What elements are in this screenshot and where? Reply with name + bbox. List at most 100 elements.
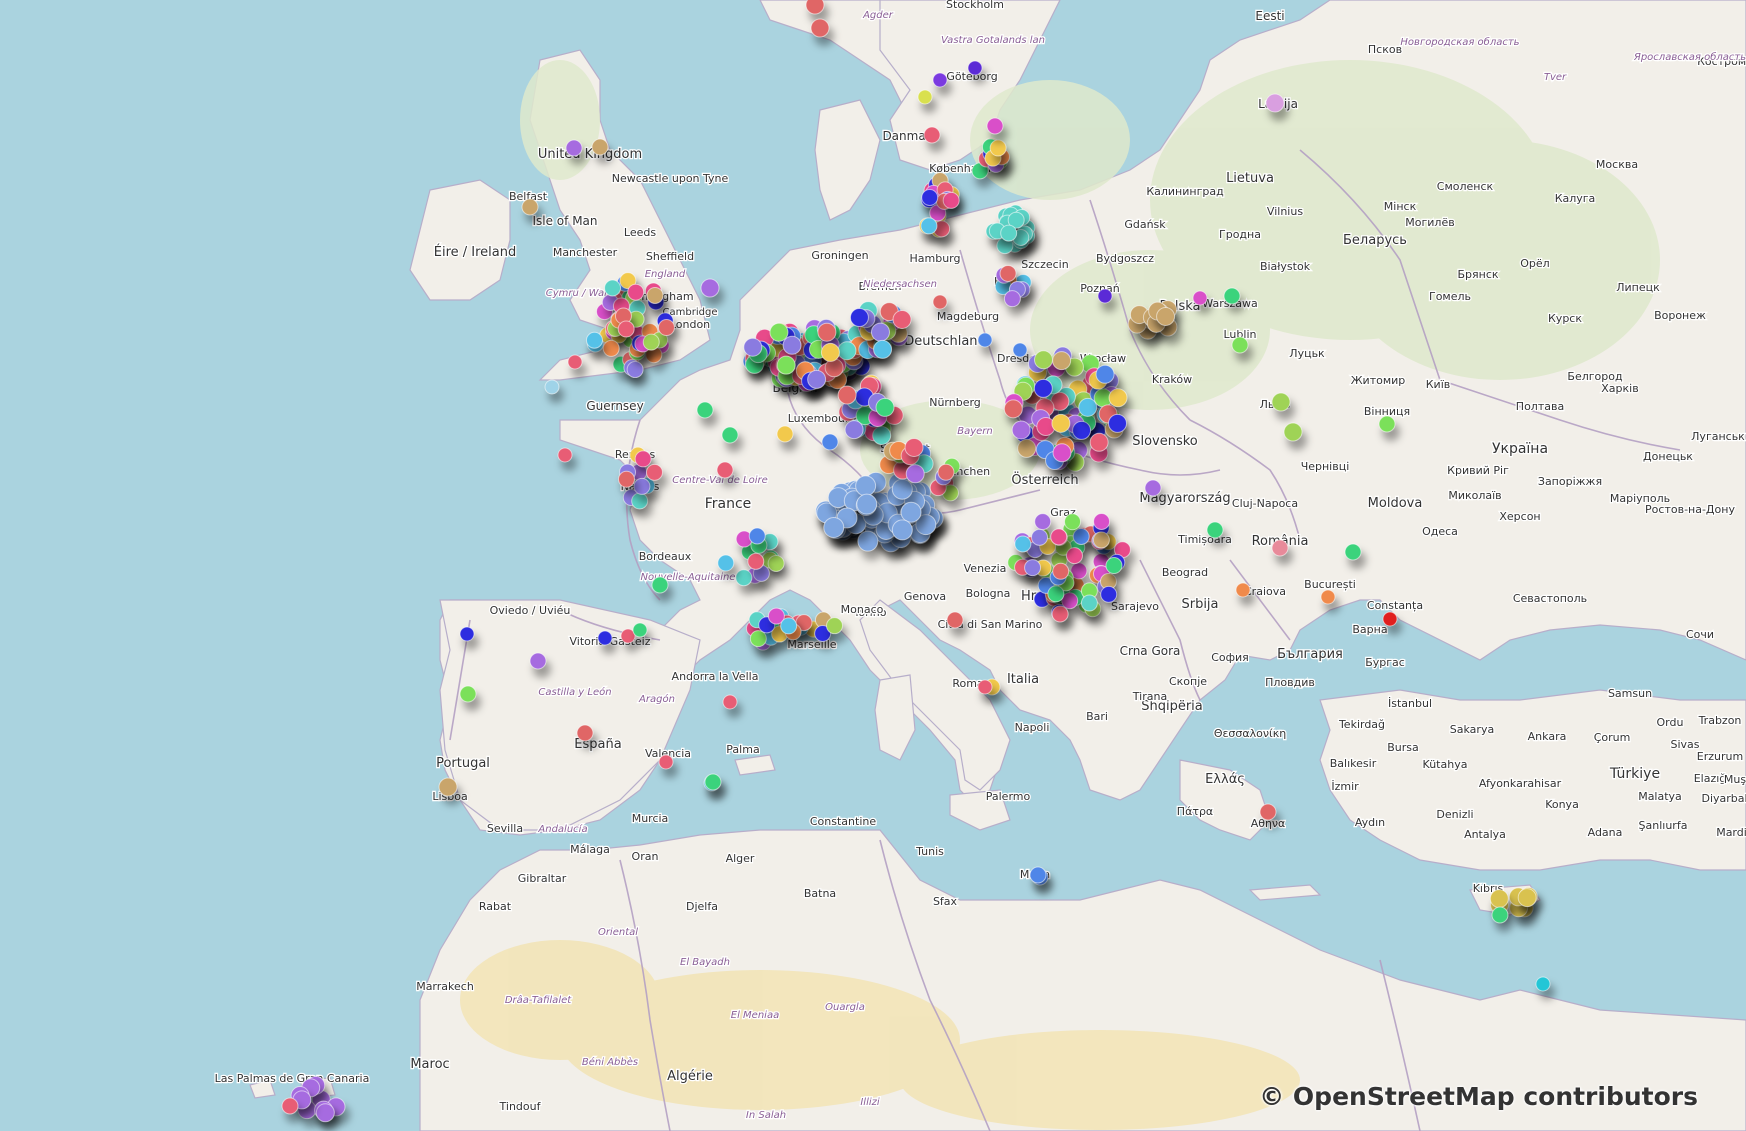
map-marker[interactable] xyxy=(870,322,890,342)
map-marker[interactable] xyxy=(817,322,837,342)
map-marker[interactable] xyxy=(805,0,825,15)
map-marker[interactable] xyxy=(645,463,663,481)
map-marker[interactable] xyxy=(776,425,794,443)
map-marker[interactable] xyxy=(1050,528,1068,546)
map-marker[interactable] xyxy=(977,679,993,695)
map-marker[interactable] xyxy=(1206,521,1224,539)
map-marker[interactable] xyxy=(617,320,635,338)
map-marker[interactable] xyxy=(459,626,475,642)
map-marker[interactable] xyxy=(747,552,765,570)
map-marker[interactable] xyxy=(780,617,798,635)
map-marker[interactable] xyxy=(942,191,960,209)
map-marker[interactable] xyxy=(591,138,609,156)
map-marker[interactable] xyxy=(921,189,939,207)
map-marker[interactable] xyxy=(1031,528,1049,546)
map-marker[interactable] xyxy=(658,754,674,770)
map-marker[interactable] xyxy=(1052,351,1072,371)
map-marker[interactable] xyxy=(769,322,789,342)
map-marker[interactable] xyxy=(315,1103,335,1123)
map-marker[interactable] xyxy=(529,652,547,670)
map-marker[interactable] xyxy=(1064,513,1082,531)
map-marker[interactable] xyxy=(1012,342,1028,358)
map-marker[interactable] xyxy=(1095,364,1115,384)
map-marker[interactable] xyxy=(999,264,1017,282)
map-marker[interactable] xyxy=(721,426,739,444)
map-marker[interactable] xyxy=(1156,306,1176,326)
map-marker[interactable] xyxy=(632,622,648,638)
map-marker[interactable] xyxy=(1093,513,1111,531)
map-marker[interactable] xyxy=(1491,906,1509,924)
map-marker[interactable] xyxy=(1378,415,1396,433)
map-marker[interactable] xyxy=(823,516,845,538)
map-marker[interactable] xyxy=(696,401,714,419)
map-marker[interactable] xyxy=(646,286,664,304)
map-marker[interactable] xyxy=(604,279,622,297)
map-marker[interactable] xyxy=(837,385,857,405)
map-marker[interactable] xyxy=(1034,513,1052,531)
map-marker[interactable] xyxy=(1144,479,1162,497)
map-marker[interactable] xyxy=(849,308,869,328)
map-marker[interactable] xyxy=(521,198,539,216)
map-canvas[interactable]: StockholmEestiGöteborgLatvijaDanmarkKøbe… xyxy=(0,0,1746,1131)
map-marker[interactable] xyxy=(776,355,796,375)
map-marker[interactable] xyxy=(722,694,738,710)
map-marker[interactable] xyxy=(1003,290,1021,308)
map-marker[interactable] xyxy=(642,333,660,351)
map-marker[interactable] xyxy=(986,117,1004,135)
map-marker[interactable] xyxy=(717,554,735,572)
map-marker[interactable] xyxy=(1108,413,1128,433)
map-marker[interactable] xyxy=(923,126,941,144)
map-marker[interactable] xyxy=(1052,443,1072,463)
map-marker[interactable] xyxy=(904,437,924,457)
map-marker[interactable] xyxy=(782,335,802,355)
map-marker[interactable] xyxy=(1011,420,1031,440)
map-marker[interactable] xyxy=(892,309,912,329)
map-marker[interactable] xyxy=(459,685,477,703)
map-marker[interactable] xyxy=(900,501,922,523)
map-marker[interactable] xyxy=(1100,585,1118,603)
map-marker[interactable] xyxy=(856,493,878,515)
map-marker[interactable] xyxy=(937,463,955,481)
map-marker[interactable] xyxy=(1382,611,1398,627)
map-marker[interactable] xyxy=(1265,93,1285,113)
map-marker[interactable] xyxy=(704,773,722,791)
map-marker[interactable] xyxy=(855,475,877,497)
map-marker[interactable] xyxy=(1535,976,1551,992)
map-marker[interactable] xyxy=(1231,336,1249,354)
map-marker[interactable] xyxy=(932,72,948,88)
map-marker[interactable] xyxy=(716,461,734,479)
map-marker[interactable] xyxy=(875,397,895,417)
map-marker[interactable] xyxy=(617,470,635,488)
map-marker[interactable] xyxy=(438,777,458,797)
map-marker[interactable] xyxy=(932,294,948,310)
map-marker[interactable] xyxy=(557,447,573,463)
map-marker[interactable] xyxy=(810,18,830,38)
map-marker[interactable] xyxy=(1052,562,1070,580)
map-marker[interactable] xyxy=(544,379,560,395)
map-marker[interactable] xyxy=(1344,543,1362,561)
map-marker[interactable] xyxy=(1029,866,1047,884)
map-marker[interactable] xyxy=(634,450,652,468)
map-marker[interactable] xyxy=(627,283,645,301)
map-marker[interactable] xyxy=(1192,290,1208,306)
map-marker[interactable] xyxy=(1271,539,1289,557)
map-marker[interactable] xyxy=(873,339,893,359)
map-marker[interactable] xyxy=(891,519,913,541)
map-marker[interactable] xyxy=(920,217,938,235)
map-marker[interactable] xyxy=(281,1097,299,1115)
map-marker[interactable] xyxy=(567,354,583,370)
map-marker[interactable] xyxy=(1320,589,1336,605)
map-marker[interactable] xyxy=(1259,803,1277,821)
map-marker[interactable] xyxy=(1080,594,1098,612)
map-marker[interactable] xyxy=(1078,397,1098,417)
map-marker[interactable] xyxy=(748,527,766,545)
map-marker[interactable] xyxy=(946,611,964,629)
map-marker[interactable] xyxy=(967,60,983,76)
map-marker[interactable] xyxy=(807,369,827,389)
map-marker[interactable] xyxy=(1033,350,1053,370)
map-marker[interactable] xyxy=(743,337,763,357)
map-marker[interactable] xyxy=(844,420,864,440)
map-marker[interactable] xyxy=(917,89,933,105)
map-marker[interactable] xyxy=(1235,582,1251,598)
map-marker[interactable] xyxy=(1003,399,1023,419)
